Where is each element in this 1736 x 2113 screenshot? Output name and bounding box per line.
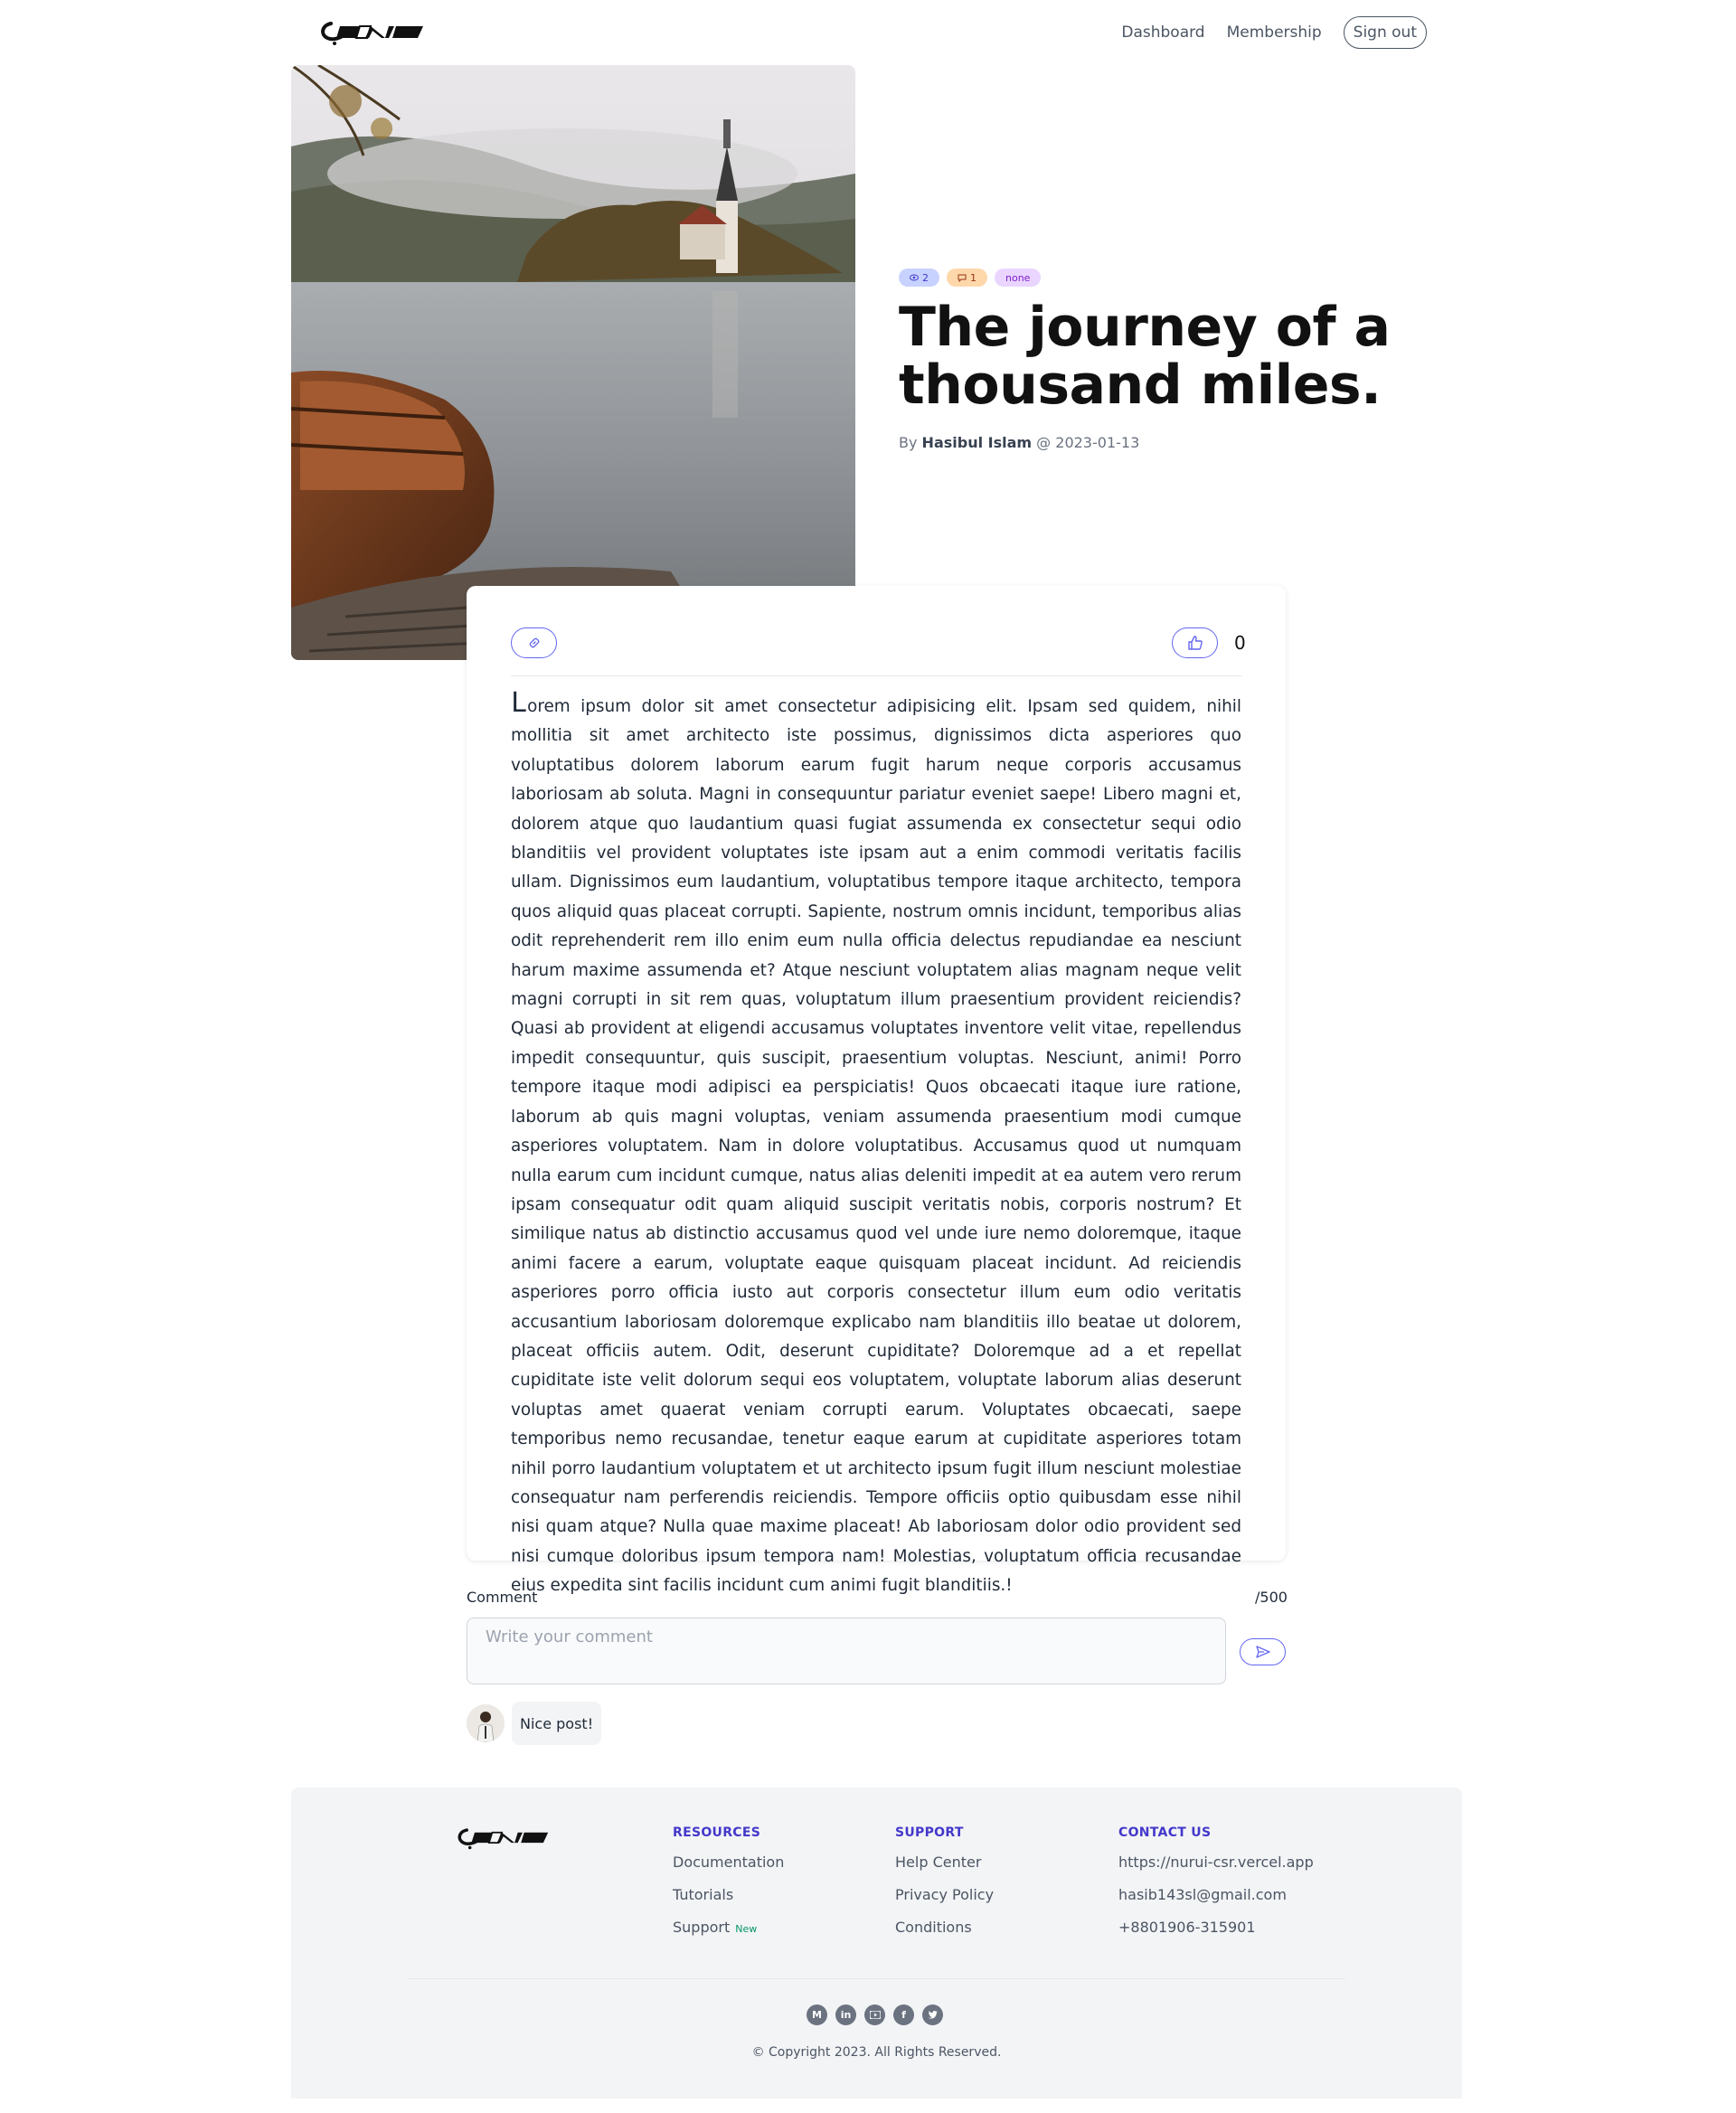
main-nav: Dashboard Membership Sign out	[1121, 16, 1427, 49]
footer-link-documentation[interactable]: Documentation	[673, 1853, 784, 1885]
footer-resources: RESOURCES Documentation Tutorials Suppor…	[673, 1825, 784, 1950]
footer-link-privacy-policy[interactable]: Privacy Policy	[895, 1885, 994, 1918]
post-title: The journey of a thousand miles.	[899, 296, 1391, 417]
link-icon	[529, 637, 539, 648]
byline-prefix: By	[899, 434, 918, 451]
footer-contact-phone[interactable]: +8801906-315901	[1118, 1918, 1314, 1950]
copyright-text: © Copyright 2023. All Rights Reserved.	[751, 2045, 1002, 2060]
footer-link-conditions[interactable]: Conditions	[895, 1918, 994, 1950]
footer-contact-heading: CONTACT US	[1118, 1825, 1212, 1840]
nav-membership-link[interactable]: Membership	[1227, 24, 1322, 42]
nav-dashboard-link[interactable]: Dashboard	[1121, 24, 1204, 42]
copy-link-button[interactable]	[511, 627, 557, 658]
footer-contact-website[interactable]: https://nurui-csr.vercel.app	[1118, 1853, 1314, 1885]
views-badge: 2	[899, 269, 939, 287]
footer-support: SUPPORT Help Center Privacy Policy Condi…	[895, 1825, 994, 1950]
like-count: 0	[1234, 632, 1246, 654]
article-card: 0 Lorem ipsum dolor sit amet consectetur…	[467, 586, 1286, 1595]
footer-link-support[interactable]: Support New	[673, 1918, 784, 1950]
drop-cap-letter: L	[511, 687, 528, 719]
sign-out-button[interactable]: Sign out	[1343, 16, 1427, 49]
medium-icon[interactable]: M	[807, 2005, 827, 2025]
author-name[interactable]: Hasibul Islam	[922, 434, 1033, 451]
comment-item: Nice post!	[467, 1702, 602, 1745]
category-badge: none	[995, 269, 1042, 287]
byline-separator: @	[1036, 434, 1052, 451]
footer-link-tutorials[interactable]: Tutorials	[673, 1885, 784, 1918]
send-comment-button[interactable]	[1240, 1638, 1286, 1665]
comment-label: Comment	[467, 1589, 538, 1606]
linkedin-icon[interactable]: in	[835, 2005, 856, 2025]
post-byline: By Hasibul Islam @ 2023-01-13	[899, 434, 1139, 451]
facebook-icon[interactable]: f	[893, 2005, 914, 2025]
new-tag: New	[735, 1923, 758, 1935]
comments-count: 1	[970, 271, 976, 284]
views-count: 2	[922, 271, 929, 284]
comment-text: Nice post!	[512, 1702, 602, 1745]
youtube-icon[interactable]	[864, 2005, 885, 2025]
footer-support-heading: SUPPORT	[895, 1825, 964, 1840]
footer-divider	[409, 1978, 1345, 1979]
thumbs-up-icon	[1187, 636, 1203, 650]
post-date: 2023-01-13	[1055, 434, 1140, 451]
social-links: M in f	[807, 2005, 943, 2025]
footer-contact: CONTACT US https://nurui-csr.vercel.app …	[1118, 1825, 1314, 1950]
post-cover-image	[291, 65, 855, 660]
brand-logo[interactable]	[318, 16, 423, 47]
chat-icon	[958, 274, 967, 282]
article-body: Lorem ipsum dolor sit amet consectetur a…	[511, 690, 1241, 1601]
footer-link-help-center[interactable]: Help Center	[895, 1853, 994, 1885]
eye-icon	[910, 274, 919, 281]
twitter-icon[interactable]	[922, 2005, 943, 2025]
article-toolbar: 0	[511, 627, 1246, 676]
send-icon	[1255, 1646, 1270, 1658]
footer-resources-heading: RESOURCES	[673, 1825, 761, 1840]
footer-link-support-label: Support	[673, 1919, 731, 1936]
article-body-text: orem ipsum dolor sit amet consectetur ad…	[511, 697, 1241, 1596]
footer-contact-email[interactable]: hasib143sl@gmail.com	[1118, 1885, 1314, 1918]
like-button[interactable]	[1172, 627, 1218, 658]
site-footer: RESOURCES Documentation Tutorials Suppor…	[291, 1788, 1462, 2099]
commenter-avatar[interactable]	[467, 1704, 505, 1742]
post-meta-badges: 2 1 none	[899, 269, 1042, 287]
footer-brand-logo[interactable]	[449, 1824, 554, 1851]
site-header: Dashboard Membership Sign out	[291, 0, 1445, 65]
comment-char-count: /500	[1255, 1589, 1288, 1606]
comment-input[interactable]	[467, 1618, 1226, 1684]
comments-badge: 1	[947, 269, 987, 287]
